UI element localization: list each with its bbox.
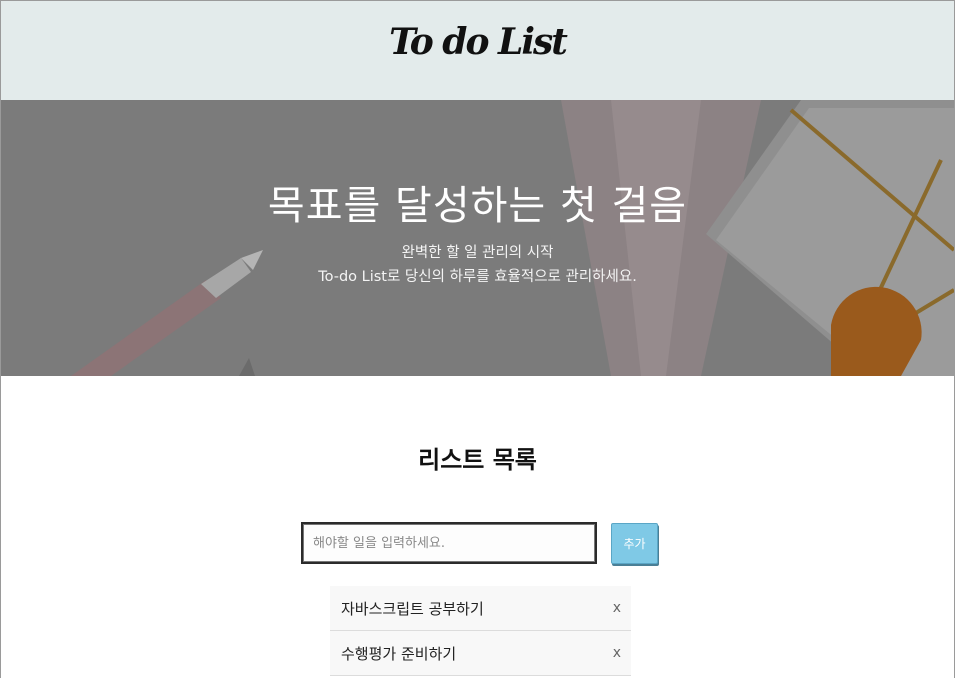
hero-title: 목표를 달성하는 첫 걸음 <box>267 183 688 229</box>
add-button[interactable]: 추가 <box>611 523 658 564</box>
list-item: 자바스크립트 공부하기 x <box>330 586 631 631</box>
hero-banner: 목표를 달성하는 첫 걸음 완벽한 할 일 관리의 시작 To-do List로… <box>1 100 954 376</box>
delete-button[interactable]: x <box>613 600 621 616</box>
hero-subtitle-line1: 완벽한 할 일 관리의 시작 <box>401 245 554 261</box>
delete-button[interactable]: x <box>613 645 621 661</box>
todo-input[interactable] <box>301 522 597 564</box>
hero-subtitle-line2: To-do List로 당신의 하루를 효율적으로 관리하세요. <box>318 269 637 285</box>
todo-item-text: 자바스크립트 공부하기 <box>341 600 484 618</box>
page: To do List 목표를 달성하는 첫 걸음 완벽한 할 일 관리의 시작 <box>0 0 955 678</box>
section-title: 리스트 목록 <box>418 446 537 474</box>
site-header: To do List <box>1 1 954 100</box>
logo[interactable]: To do List <box>1 21 954 63</box>
hero-background-image <box>1 100 954 376</box>
todo-item-text: 수행평가 준비하기 <box>341 645 457 663</box>
list-item: 수행평가 준비하기 x <box>330 631 631 676</box>
todo-list: 자바스크립트 공부하기 x 수행평가 준비하기 x <box>330 586 631 676</box>
